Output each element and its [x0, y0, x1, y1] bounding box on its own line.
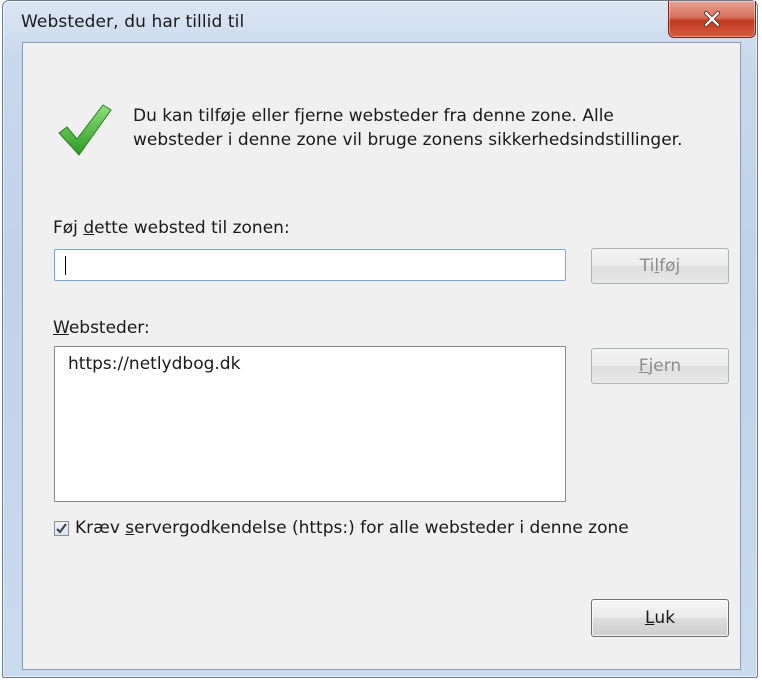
close-x-icon: [704, 11, 720, 27]
https-checkbox-label[interactable]: Kræv servergodkendelse (https:) for alle…: [75, 518, 629, 538]
window-title: Websteder, du har tillid til: [21, 12, 245, 32]
add-site-input[interactable]: [54, 249, 566, 281]
close-window-button[interactable]: [668, 1, 756, 38]
title-bar[interactable]: Websteder, du har tillid til: [3, 1, 757, 39]
sites-listbox[interactable]: https://netlydbog.dk: [54, 346, 566, 502]
add-site-label: Føj dette websted til zonen:: [53, 218, 290, 238]
info-text: Du kan tilføje eller fjerne websteder fr…: [133, 106, 683, 150]
text-caret: [65, 256, 66, 275]
checkbox-check-icon: [56, 522, 67, 534]
dialog-body: Du kan tilføje eller fjerne websteder fr…: [22, 42, 741, 670]
https-checkbox[interactable]: [54, 520, 69, 536]
list-item[interactable]: https://netlydbog.dk: [68, 353, 552, 375]
checkmark-icon: [58, 104, 112, 156]
add-button[interactable]: Ti l føj: [591, 248, 729, 284]
dialog-window: Websteder, du har tillid til Du kan tilf…: [2, 0, 758, 678]
close-button[interactable]: Luk: [591, 599, 729, 637]
remove-button[interactable]: Fjern: [591, 348, 729, 384]
https-checkbox-row[interactable]: Kræv servergodkendelse (https:) for alle…: [54, 518, 629, 538]
sites-label: Websteder:: [53, 318, 150, 338]
